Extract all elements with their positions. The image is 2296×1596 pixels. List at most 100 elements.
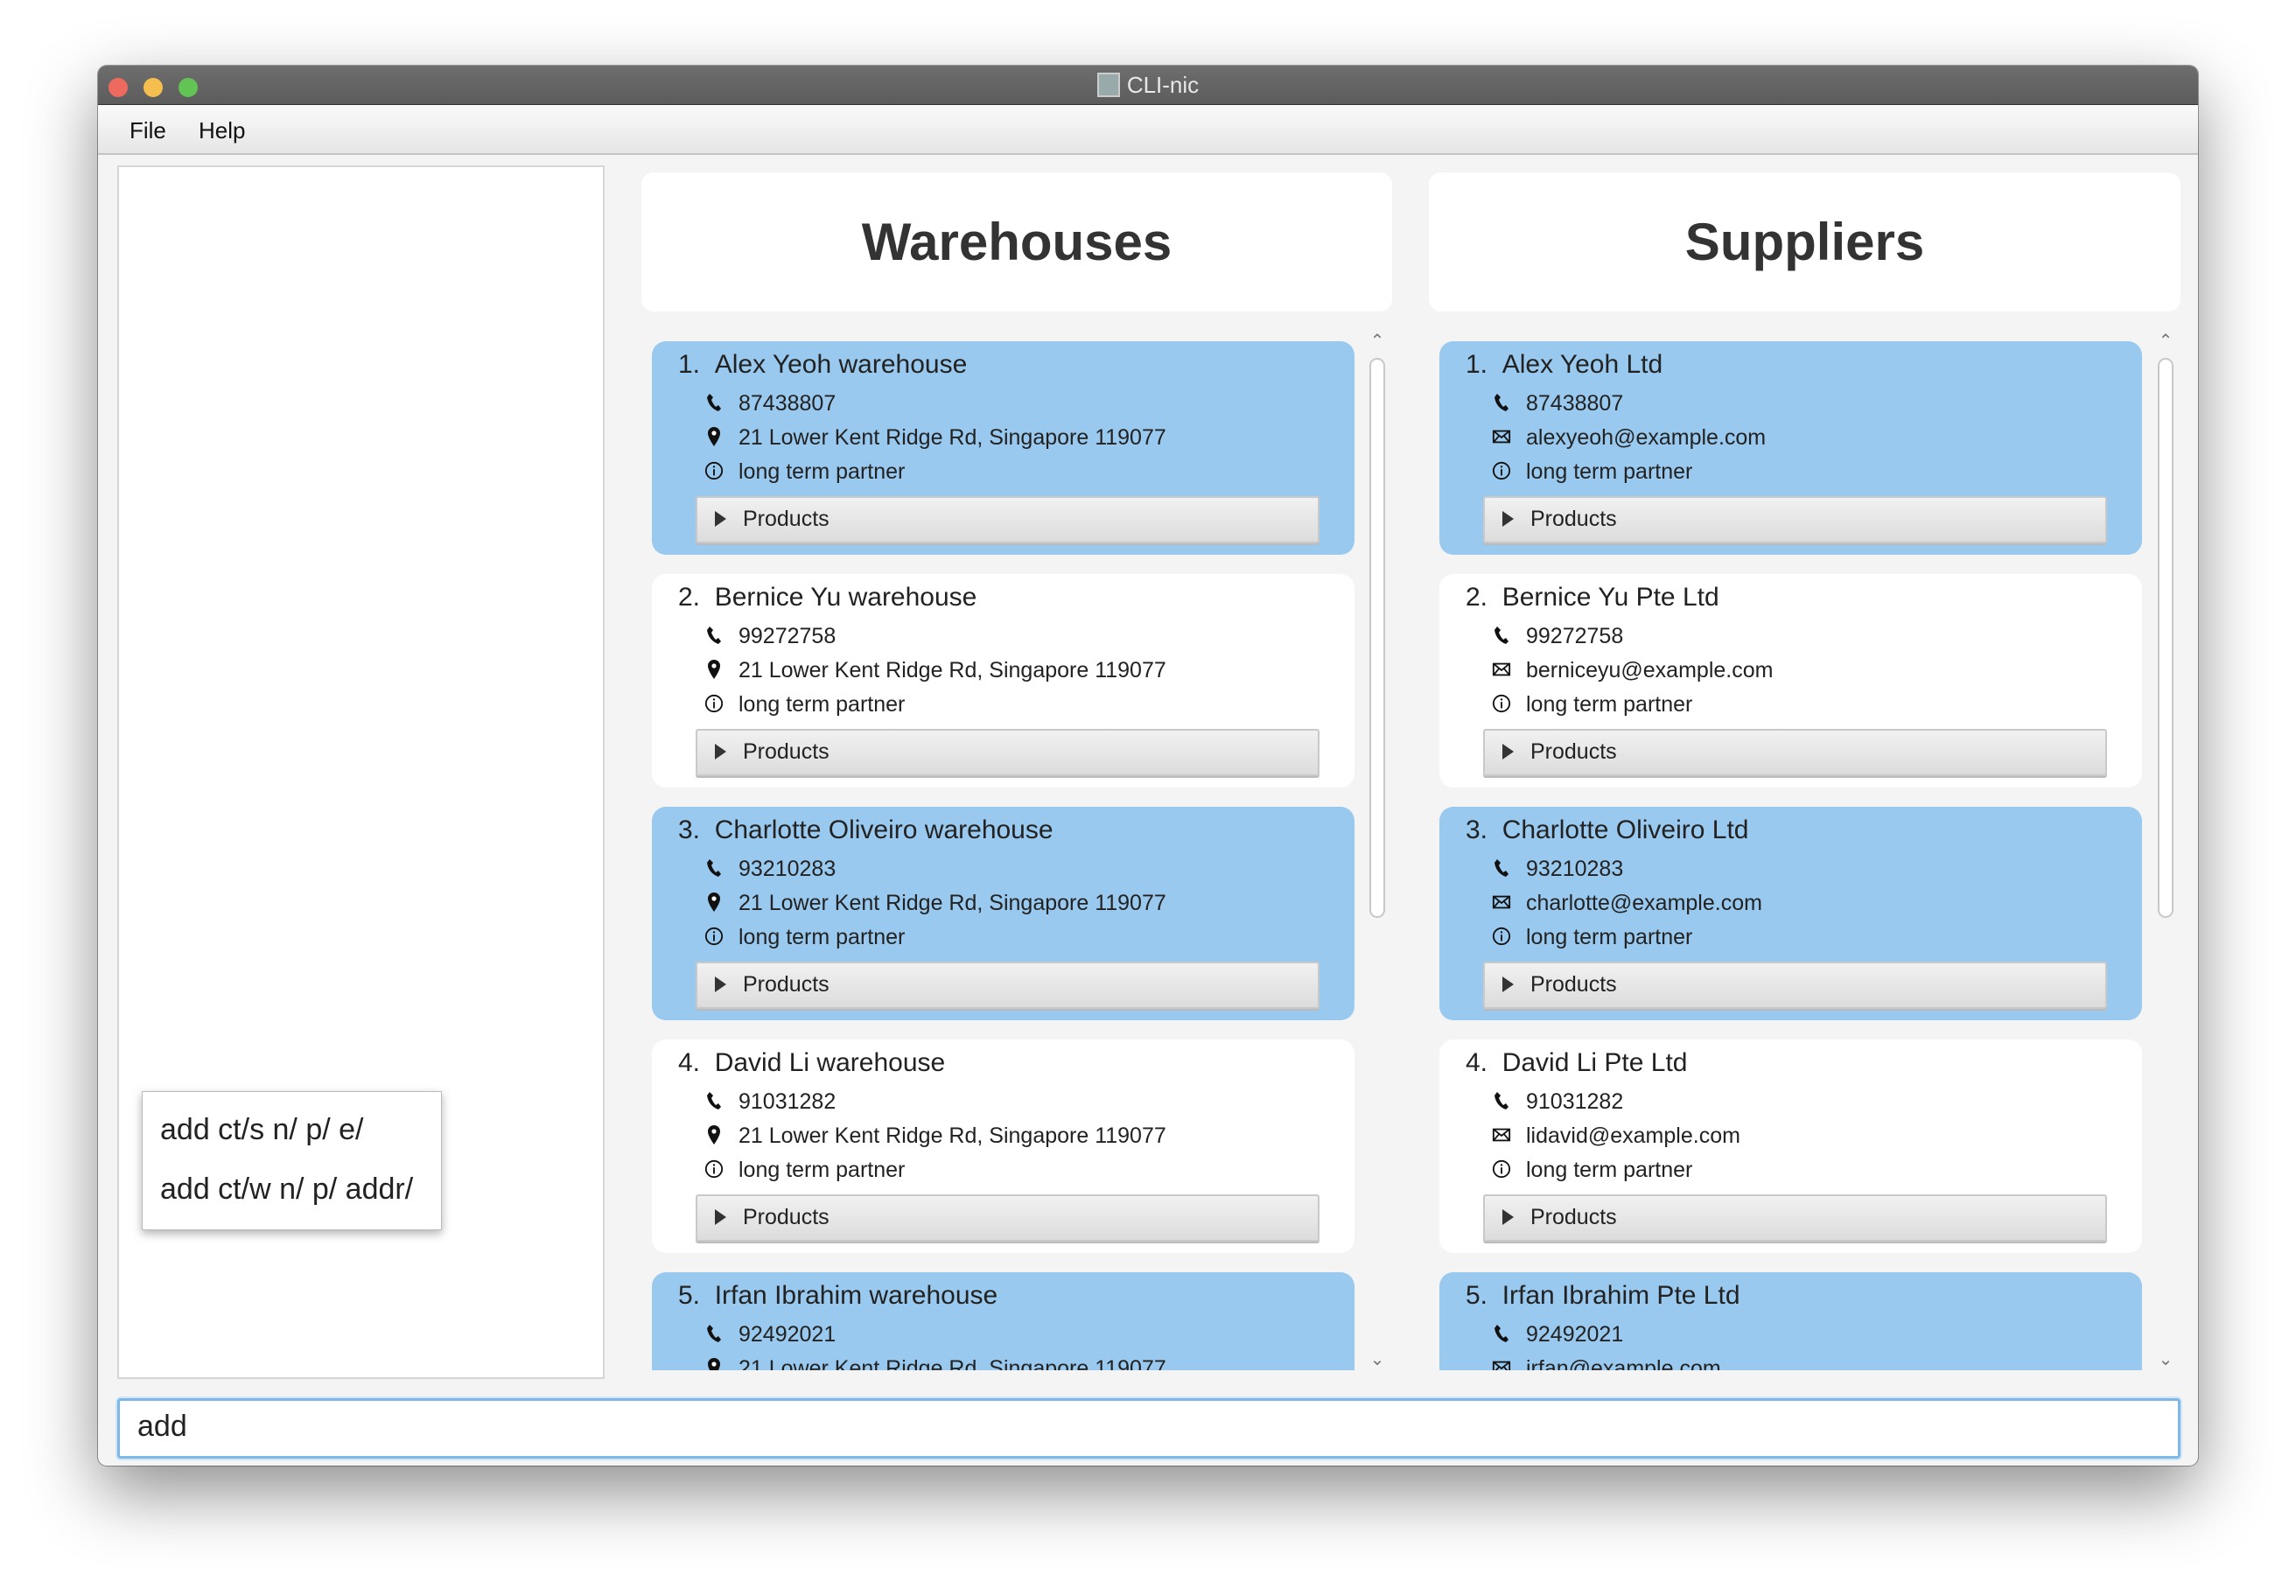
window-title: CLI-nic	[98, 71, 2198, 99]
email-icon	[1492, 1124, 1511, 1145]
card-phone: 91031282	[738, 1089, 836, 1114]
expand-arrow-icon	[1502, 1209, 1514, 1225]
card-address: 21 Lower Kent Ridge Rd, Singapore 119077	[738, 891, 1166, 915]
products-label: Products	[743, 972, 830, 997]
card-title: 1. Alex Yeoh Ltd	[1466, 350, 1662, 380]
warehouse-card[interactable]: 1. Alex Yeoh warehouse 87438807 21 Lower…	[652, 341, 1354, 555]
products-label: Products	[1530, 739, 1617, 764]
suppliers-header: Suppliers	[1429, 172, 2180, 312]
menu-help[interactable]: Help	[199, 117, 245, 144]
info-icon	[1492, 460, 1511, 481]
title-bar: CLI-nic	[98, 66, 2198, 105]
expand-arrow-icon	[715, 744, 726, 760]
scroll-down-icon[interactable]: ⌄	[1366, 1348, 1389, 1370]
scroll-up-icon[interactable]: ⌃	[2154, 330, 2177, 352]
products-label: Products	[1530, 972, 1617, 997]
products-label: Products	[1530, 507, 1617, 531]
pin-icon	[704, 1357, 724, 1370]
card-index: 5.	[1466, 1281, 1488, 1310]
card-title: 2. Bernice Yu Pte Ltd	[1466, 583, 1719, 612]
scroll-down-icon[interactable]: ⌄	[2154, 1348, 2177, 1370]
card-phone: 92492021	[738, 1322, 836, 1347]
card-phone: 93210283	[738, 857, 836, 881]
card-index: 1.	[678, 350, 701, 379]
products-expander[interactable]: Products	[696, 496, 1320, 543]
phone-icon	[1492, 392, 1511, 413]
pin-icon	[704, 1124, 724, 1145]
card-email: lidavid@example.com	[1526, 1124, 1740, 1148]
card-title: 3. Charlotte Oliveiro Ltd	[1466, 816, 1749, 845]
supplier-card[interactable]: 1. Alex Yeoh Ltd 87438807 alexyeoh@examp…	[1439, 341, 2142, 555]
scrollbar-thumb[interactable]	[1369, 358, 1385, 918]
card-name: David Li Pte Ltd	[1502, 1048, 1688, 1077]
card-name: Charlotte Oliveiro warehouse	[714, 816, 1054, 844]
autocomplete-popup: add ct/s n/ p/ e/ add ct/w n/ p/ addr/	[142, 1091, 442, 1230]
menu-file[interactable]: File	[130, 117, 166, 144]
card-phone: 93210283	[1526, 857, 1624, 881]
warehouse-card[interactable]: 5. Irfan Ibrahim warehouse 92492021 21 L…	[652, 1272, 1354, 1370]
card-index: 1.	[1466, 350, 1488, 379]
supplier-card[interactable]: 3. Charlotte Oliveiro Ltd 93210283 charl…	[1439, 807, 2142, 1020]
products-label: Products	[1530, 1205, 1617, 1229]
products-expander[interactable]: Products	[696, 729, 1320, 776]
card-title: 5. Irfan Ibrahim warehouse	[678, 1281, 998, 1311]
card-phone: 99272758	[738, 624, 836, 648]
warehouse-card[interactable]: 3. Charlotte Oliveiro warehouse 93210283…	[652, 807, 1354, 1020]
card-index: 4.	[1466, 1048, 1488, 1077]
warehouse-list[interactable]: 1. Alex Yeoh warehouse 87438807 21 Lower…	[652, 333, 1354, 1370]
supplier-card[interactable]: 4. David Li Pte Ltd 91031282 lidavid@exa…	[1439, 1040, 2142, 1253]
info-icon	[704, 693, 724, 714]
warehouse-card[interactable]: 4. David Li warehouse 91031282 21 Lower …	[652, 1040, 1354, 1253]
products-expander[interactable]: Products	[696, 1194, 1320, 1242]
card-index: 2.	[678, 583, 701, 612]
products-expander[interactable]: Products	[1483, 496, 2107, 543]
warehouse-card[interactable]: 2. Bernice Yu warehouse 99272758 21 Lowe…	[652, 574, 1354, 788]
card-remark: long term partner	[738, 459, 906, 484]
info-icon	[1492, 693, 1511, 714]
card-index: 3.	[678, 816, 701, 844]
scroll-up-icon[interactable]: ⌃	[1366, 330, 1389, 352]
products-expander[interactable]: Products	[696, 962, 1320, 1009]
card-index: 4.	[678, 1048, 701, 1077]
card-remark: long term partner	[1526, 1158, 1693, 1182]
expand-arrow-icon	[1502, 976, 1514, 992]
phone-icon	[1492, 858, 1511, 878]
email-icon	[1492, 1357, 1511, 1370]
supplier-list[interactable]: 1. Alex Yeoh Ltd 87438807 alexyeoh@examp…	[1439, 333, 2142, 1370]
card-index: 5.	[678, 1281, 701, 1310]
supplier-card[interactable]: 5. Irfan Ibrahim Pte Ltd 92492021 irfan@…	[1439, 1272, 2142, 1370]
card-phone: 99272758	[1526, 624, 1624, 648]
card-title: 4. David Li warehouse	[678, 1048, 945, 1078]
card-name: Bernice Yu warehouse	[714, 583, 977, 612]
phone-icon	[704, 1323, 724, 1344]
card-name: Charlotte Oliveiro Ltd	[1502, 816, 1749, 844]
card-remark: long term partner	[738, 1158, 906, 1182]
card-name: David Li warehouse	[714, 1048, 946, 1077]
products-label: Products	[743, 507, 830, 531]
autocomplete-item[interactable]: add ct/s n/ p/ e/	[160, 1113, 363, 1147]
products-expander[interactable]: Products	[1483, 1194, 2107, 1242]
card-name: Alex Yeoh Ltd	[1502, 350, 1663, 379]
products-expander[interactable]: Products	[1483, 729, 2107, 776]
card-name: Alex Yeoh warehouse	[714, 350, 968, 379]
command-box[interactable]	[117, 1398, 2180, 1459]
card-remark: long term partner	[738, 925, 906, 949]
card-remark: long term partner	[1526, 459, 1693, 484]
supplier-scrollbar[interactable]: ⌃ ⌄	[2154, 330, 2177, 1370]
warehouses-header: Warehouses	[641, 172, 1392, 312]
phone-icon	[1492, 1323, 1511, 1344]
supplier-card[interactable]: 2. Bernice Yu Pte Ltd 99272758 berniceyu…	[1439, 574, 2142, 788]
expand-arrow-icon	[715, 976, 726, 992]
expand-arrow-icon	[1502, 744, 1514, 760]
autocomplete-item[interactable]: add ct/w n/ p/ addr/	[160, 1172, 413, 1207]
menu-bar: File Help	[98, 105, 2198, 155]
email-icon	[1492, 892, 1511, 913]
command-input[interactable]	[137, 1410, 2150, 1444]
card-name: Irfan Ibrahim Pte Ltd	[1502, 1281, 1740, 1310]
scrollbar-thumb[interactable]	[2158, 358, 2174, 918]
card-title: 3. Charlotte Oliveiro warehouse	[678, 816, 1054, 845]
products-expander[interactable]: Products	[1483, 962, 2107, 1009]
phone-icon	[704, 1090, 724, 1111]
warehouse-scrollbar[interactable]: ⌃ ⌄	[1366, 330, 1389, 1370]
card-address: 21 Lower Kent Ridge Rd, Singapore 119077	[738, 1356, 1166, 1370]
